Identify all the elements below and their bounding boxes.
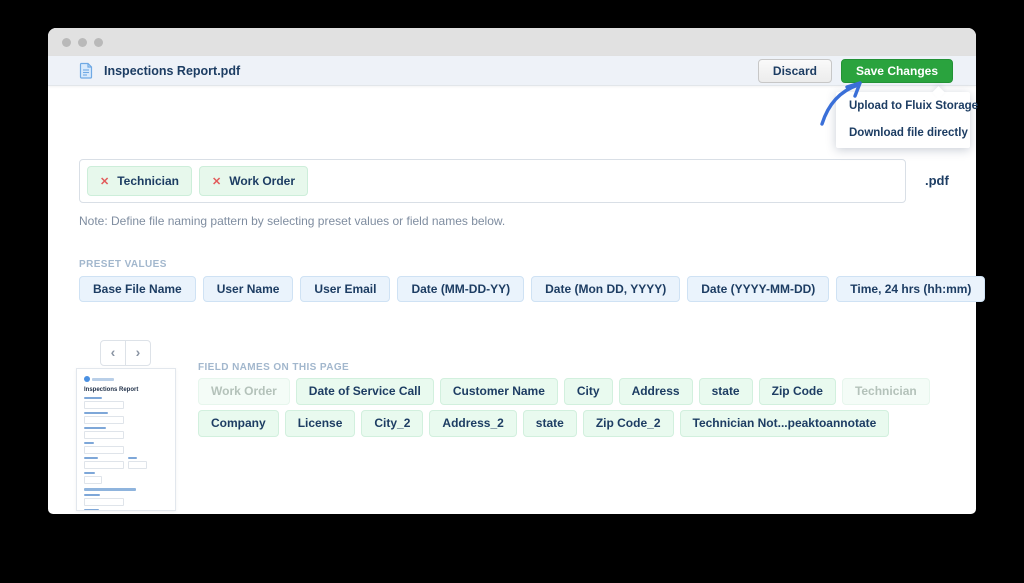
field-names-label: FIELD NAMES ON THIS PAGE [198,362,349,373]
field-name-chip: Technician [842,378,930,405]
app-window: Inspections Report.pdf Discard Save Chan… [48,28,976,514]
preset-values-label: PRESET VALUES [79,259,167,270]
document-icon [78,62,94,79]
chevron-left-icon: ‹ [111,344,116,360]
field-names-row: Work Order Date of Service Call Customer… [198,378,942,437]
prev-page-button[interactable]: ‹ [100,340,126,366]
field-name-chip[interactable]: Address_2 [429,410,516,437]
menu-item[interactable]: Upload to Fluix Storage [836,93,970,120]
page-thumbnail[interactable]: Inspections Report [76,368,176,511]
thumbnail-form-fields [84,397,168,484]
field-name-chip[interactable]: Customer Name [440,378,558,405]
document-header: Inspections Report.pdf Discard Save Chan… [48,56,976,86]
menu-item[interactable]: Download file directly [836,120,970,147]
window-control-dot[interactable] [62,38,71,47]
save-options-menu: Upload to Fluix Storage Download file di… [836,92,970,148]
file-extension-label: .pdf [925,159,949,203]
field-name-chip[interactable]: Address [619,378,693,405]
remove-chip-icon[interactable]: ✕ [212,175,221,188]
file-info: Inspections Report.pdf [78,62,240,79]
preset-value-chip[interactable]: Base File Name [79,276,196,302]
next-page-button[interactable]: › [125,340,151,366]
preset-value-chip[interactable]: Date (YYYY-MM-DD) [687,276,829,302]
field-name-chip[interactable]: License [285,410,356,437]
preset-values-row: Base File Name User Name User Email Date… [79,276,985,302]
field-name-chip[interactable]: Zip Code [759,378,836,405]
chevron-right-icon: › [136,344,141,360]
field-name-chip[interactable]: state [699,378,753,405]
preset-value-chip[interactable]: User Name [203,276,294,302]
fluix-logo [84,376,168,382]
field-name-chip[interactable]: state [523,410,577,437]
pattern-chip-label: Work Order [229,174,295,188]
header-buttons: Discard Save Changes [758,59,953,83]
window-control-dot[interactable] [78,38,87,47]
field-name-chip[interactable]: Zip Code_2 [583,410,674,437]
field-name-chip[interactable]: City_2 [361,410,423,437]
preset-value-chip[interactable]: Date (MM-DD-YY) [397,276,524,302]
page-title: Inspections Report.pdf [104,64,240,78]
pattern-chip-label: Technician [117,174,179,188]
remove-chip-icon[interactable]: ✕ [100,175,109,188]
field-name-chip: Work Order [198,378,290,405]
note-text: Note: Define file naming pattern by sele… [79,214,505,228]
field-name-chip[interactable]: City [564,378,613,405]
save-changes-button[interactable]: Save Changes [841,59,953,83]
preset-value-chip[interactable]: Date (Mon DD, YYYY) [531,276,680,302]
thumbnail-form-fields-2 [84,494,168,511]
pattern-chip[interactable]: ✕ Work Order [199,166,308,196]
preset-value-chip[interactable]: User Email [300,276,390,302]
desktop-background: { "header": { "filename": "Inspections R… [0,0,1024,583]
discard-button[interactable]: Discard [758,59,832,83]
pattern-chip[interactable]: ✕ Technician [87,166,192,196]
field-name-chip[interactable]: Company [198,410,279,437]
thumbnail-section-label [84,488,136,491]
page-navigation: ‹ › [100,340,151,366]
preset-value-chip[interactable]: Time, 24 hrs (hh:mm) [836,276,985,302]
filename-pattern-input[interactable]: ✕ Technician ✕ Work Order [79,159,906,203]
thumbnail-form-title: Inspections Report [84,387,168,393]
window-titlebar [48,28,976,56]
field-name-chip[interactable]: Technician Not...peaktoannotate [680,410,890,437]
window-control-dot[interactable] [94,38,103,47]
field-name-chip[interactable]: Date of Service Call [296,378,434,405]
